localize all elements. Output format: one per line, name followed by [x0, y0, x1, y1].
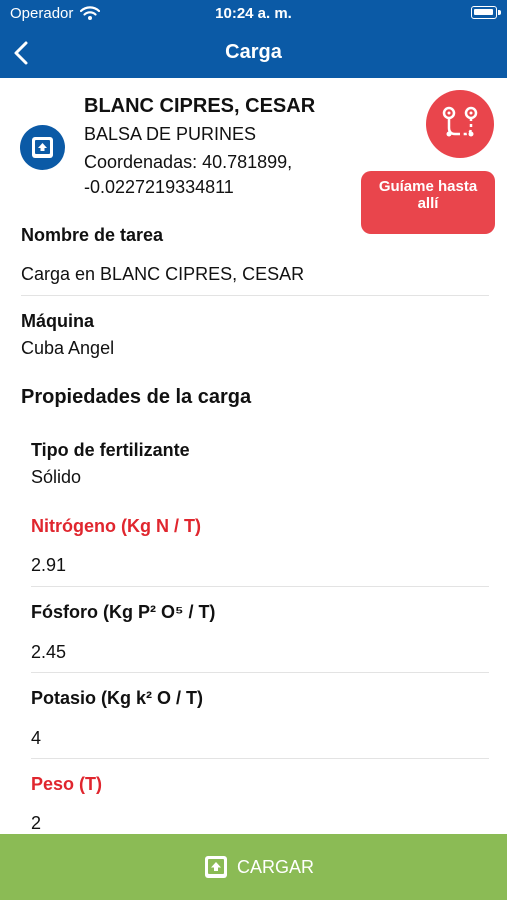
fertilizer-type-label: Tipo de fertilizante [31, 440, 190, 460]
potassium-label: Potasio (Kg k² O / T) [31, 688, 204, 708]
status-time: 10:24 a. m. [215, 5, 292, 22]
coordinates-line-2: -0.0227219334811 [84, 177, 234, 197]
nav-bar: Carga [0, 28, 507, 78]
page-title: Carga [225, 41, 282, 63]
nitrogen-field[interactable]: 2.91 [31, 555, 66, 576]
task-name-label: Nombre de tarea [21, 225, 164, 245]
divider [31, 672, 489, 673]
phosphorus-label: Fósforo (Kg P² O⁵ / T) [31, 602, 216, 622]
cargar-button[interactable]: CARGAR [0, 834, 507, 900]
machine-label: Máquina [21, 311, 95, 331]
load-detail: BLANC CIPRES, CESAR BALSA DE PURINES Coo… [0, 78, 507, 834]
route-icon [442, 106, 478, 137]
route-button[interactable] [426, 90, 494, 158]
divider [31, 758, 489, 759]
farm-type: BALSA DE PURINES [84, 124, 257, 144]
phosphorus-field[interactable]: 2.45 [31, 642, 66, 663]
weight-field[interactable]: 2 [31, 813, 41, 834]
nitrogen-label: Nitrógeno (Kg N / T) [31, 516, 201, 536]
machine-value: Cuba Angel [21, 338, 115, 358]
guide-me-button[interactable]: Guíame hasta allí [361, 171, 495, 234]
divider [21, 295, 489, 296]
fertilizer-type-value[interactable]: Sólido [31, 467, 81, 488]
farm-coordinates: Coordenadas: 40.781899, -0.0227219334811 [84, 150, 334, 200]
coordinates-line-1: Coordenadas: 40.781899, [84, 152, 293, 172]
farm-name: BLANC CIPRES, CESAR [84, 95, 316, 117]
farm-upload-icon [20, 125, 65, 170]
battery-icon [471, 6, 501, 19]
upload-icon [205, 856, 227, 878]
potassium-field[interactable]: 4 [31, 728, 41, 749]
divider [31, 586, 489, 587]
cargar-label: CARGAR [237, 857, 315, 877]
properties-title: Propiedades de la carga [21, 386, 252, 408]
status-bar: Operador 10:24 a. m. [0, 0, 507, 28]
weight-label: Peso (T) [31, 774, 103, 794]
task-name-value: Carga en BLANC CIPRES, CESAR [21, 264, 305, 284]
